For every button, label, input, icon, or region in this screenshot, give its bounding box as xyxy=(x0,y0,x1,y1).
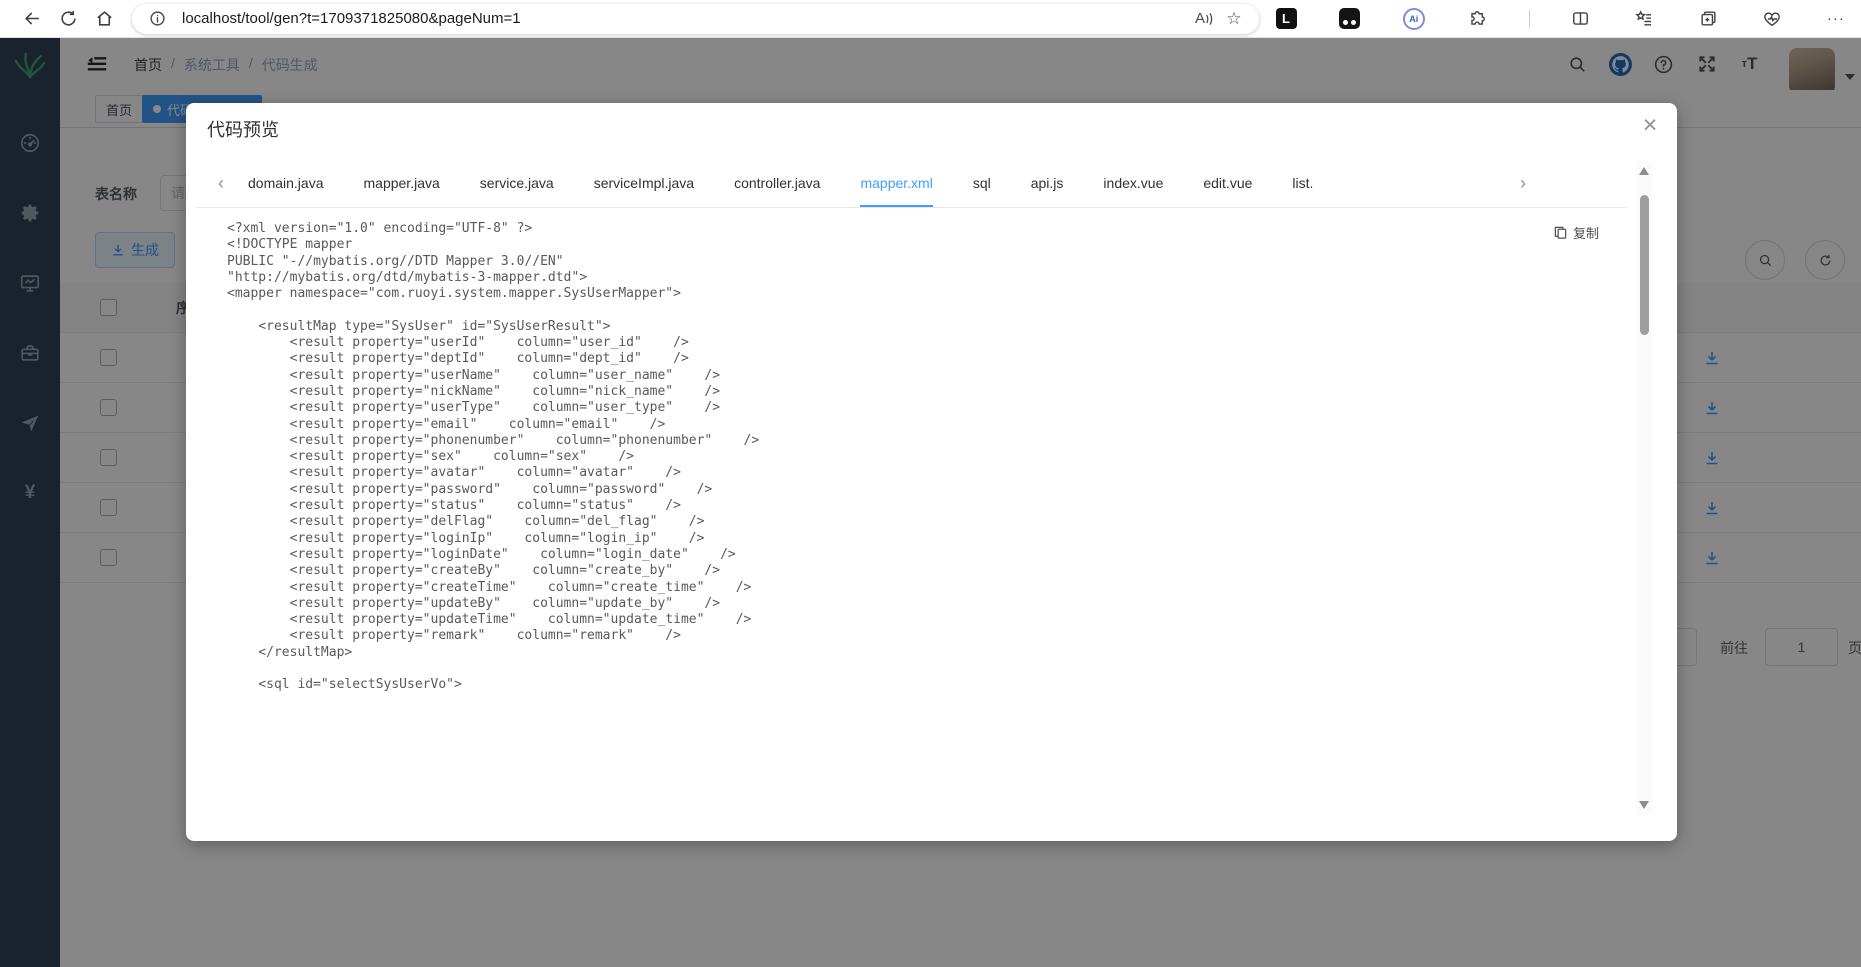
address-bar[interactable]: localhost/tool/gen?t=1709371825080&pageN… xyxy=(132,3,1259,34)
browser-essentials-icon[interactable] xyxy=(1759,6,1785,32)
browser-extensions-area: L Ai ··· xyxy=(1273,6,1861,32)
extension-dark-icon[interactable] xyxy=(1337,6,1363,32)
scroll-up-icon[interactable] xyxy=(1639,167,1649,175)
tabs-prev-icon[interactable]: ‹ xyxy=(214,173,228,194)
split-screen-icon[interactable] xyxy=(1567,6,1593,32)
copy-button[interactable]: 复制 xyxy=(1553,223,1599,242)
extension-l-icon[interactable]: L xyxy=(1273,6,1299,32)
browser-toolbar: localhost/tool/gen?t=1709371825080&pageN… xyxy=(0,0,1861,38)
tabs-next-icon[interactable]: › xyxy=(1516,173,1530,194)
file-tabs: ‹ domain.java mapper.java service.java s… xyxy=(214,159,1333,207)
favorites-list-icon[interactable] xyxy=(1631,6,1657,32)
back-icon[interactable] xyxy=(14,4,50,34)
url-text[interactable]: localhost/tool/gen?t=1709371825080&pageN… xyxy=(182,10,1189,27)
file-tab[interactable]: api.js xyxy=(1031,159,1064,207)
favorite-star-icon[interactable]: ☆ xyxy=(1219,9,1249,29)
close-icon[interactable]: × xyxy=(1634,109,1666,141)
file-tab[interactable]: edit.vue xyxy=(1203,159,1252,207)
file-tab[interactable]: mapper.xml xyxy=(860,159,934,207)
tabs-divider xyxy=(196,207,1627,208)
code-scrollbar[interactable] xyxy=(1637,161,1652,815)
dialog-title: 代码预览 xyxy=(207,120,279,140)
toolbar-divider xyxy=(1528,9,1530,28)
file-tab[interactable]: serviceImpl.java xyxy=(594,159,694,207)
scrollbar-thumb[interactable] xyxy=(1640,195,1649,335)
file-tab[interactable]: list. xyxy=(1292,159,1313,207)
site-info-icon[interactable] xyxy=(142,10,172,27)
file-tab[interactable]: domain.java xyxy=(248,159,324,207)
copy-icon xyxy=(1554,226,1567,239)
code-content[interactable]: <?xml version="1.0" encoding="UTF-8" ?> … xyxy=(227,221,759,694)
file-tab[interactable]: mapper.java xyxy=(364,159,440,207)
file-tab[interactable]: service.java xyxy=(480,159,554,207)
refresh-icon[interactable] xyxy=(50,4,86,34)
scroll-down-icon[interactable] xyxy=(1639,801,1649,809)
home-icon[interactable] xyxy=(86,4,122,34)
file-tab[interactable]: controller.java xyxy=(734,159,820,207)
app-viewport: ¥ 首页 / 系统工具 / 代码生成 т T 首页 表名称 请输入表名称 生成 … xyxy=(0,38,1861,967)
extension-ai-icon[interactable]: Ai xyxy=(1401,6,1427,32)
collections-icon[interactable] xyxy=(1695,6,1721,32)
read-aloud-icon[interactable]: A xyxy=(1189,10,1219,27)
code-preview-dialog: 代码预览 × ‹ domain.java mapper.java service… xyxy=(186,103,1677,841)
settings-dots-icon[interactable]: ··· xyxy=(1823,6,1849,32)
file-tab[interactable]: index.vue xyxy=(1103,159,1163,207)
extensions-puzzle-icon[interactable] xyxy=(1465,6,1491,32)
file-tab[interactable]: sql xyxy=(973,159,991,207)
